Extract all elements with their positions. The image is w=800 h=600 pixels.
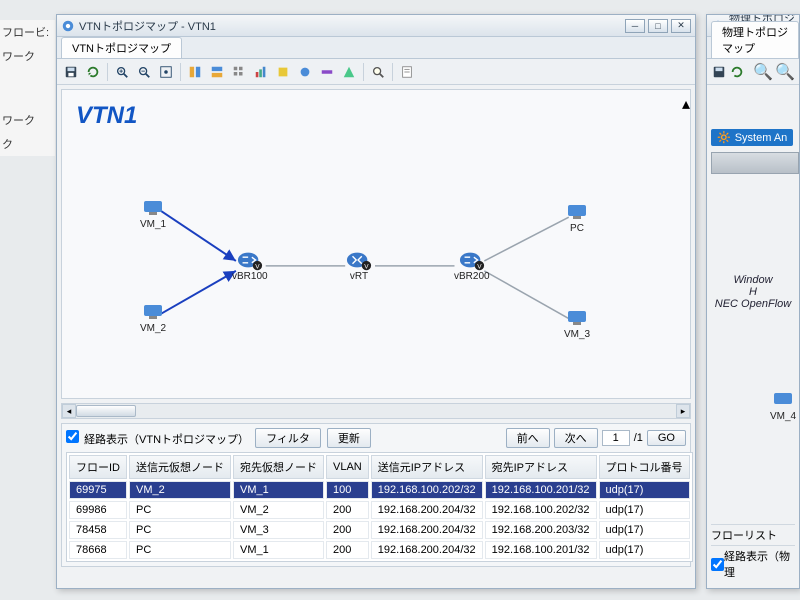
flowlist-tab[interactable]: フローリスト xyxy=(711,524,795,545)
page-total: /1 xyxy=(634,432,643,444)
tool3-icon[interactable] xyxy=(317,62,337,82)
save-icon[interactable] xyxy=(711,62,727,82)
node-vbr100[interactable]: V vBR100 xyxy=(232,250,268,282)
save-icon[interactable] xyxy=(61,62,81,82)
refresh-icon[interactable] xyxy=(83,62,103,82)
tabstrip: VTNトポロジマップ xyxy=(57,37,695,59)
node-pc[interactable]: PC xyxy=(564,202,590,234)
node-vm4[interactable]: VM_4 xyxy=(741,390,800,422)
svg-text:V: V xyxy=(255,263,260,270)
chart-icon[interactable] xyxy=(251,62,271,82)
scroll-thumb[interactable] xyxy=(76,405,136,417)
refresh-button[interactable]: 更新 xyxy=(327,428,371,448)
close-button[interactable]: ✕ xyxy=(671,19,691,33)
flow-panel: 経路表示（VTNトポロジマップ） フィルタ 更新 前へ 次へ /1 GO フロー… xyxy=(61,423,691,567)
scroll-left-icon[interactable]: ◂ xyxy=(62,404,76,418)
node-vrt[interactable]: V vRT xyxy=(346,250,372,282)
next-button[interactable]: 次へ xyxy=(554,428,598,448)
scroll-up-icon[interactable]: ▴ xyxy=(682,94,688,100)
properties-icon[interactable] xyxy=(397,62,417,82)
minimize-button[interactable]: ─ xyxy=(625,19,645,33)
table-row[interactable]: 78668PCVM_1200192.168.200.204/32192.168.… xyxy=(69,541,690,559)
node-vm1[interactable]: VM_1 xyxy=(140,198,166,230)
table-row[interactable]: 78458PCVM_3200192.168.200.204/32192.168.… xyxy=(69,521,690,539)
app-icon xyxy=(61,19,75,33)
table-row[interactable]: 69986PCVM_2200192.168.200.204/32192.168.… xyxy=(69,501,690,519)
go-button[interactable]: GO xyxy=(647,430,686,446)
zoom-fit-icon[interactable] xyxy=(156,62,176,82)
layout2-icon[interactable] xyxy=(207,62,227,82)
find-icon[interactable] xyxy=(368,62,388,82)
window-title: VTNトポロジマップ - VTN1 xyxy=(79,18,625,34)
node-vm2[interactable]: VM_2 xyxy=(140,302,166,334)
topology-links xyxy=(62,90,690,398)
route-display-checkbox[interactable]: 経路表示（VTNトポロジマップ） xyxy=(66,430,249,447)
grid-icon[interactable] xyxy=(229,62,249,82)
tool2-icon[interactable] xyxy=(295,62,315,82)
zoom-in-icon[interactable] xyxy=(112,62,132,82)
toolbar xyxy=(57,59,695,85)
titlebar[interactable]: VTNトポロジマップ - VTN1 ─ □ ✕ xyxy=(57,15,695,37)
node-vm3[interactable]: VM_3 xyxy=(564,308,590,340)
topology-canvas[interactable]: VTN1 VM_1 VM_2 V vBR100 V vRT V vB xyxy=(61,89,691,399)
physical-topology-window: 物理トポロジマッ 物理トポロジマップ 🔍 🔍 🔆System An Window… xyxy=(706,14,800,589)
zoom-in-icon[interactable]: 🔍 xyxy=(753,62,773,82)
zoom-out-icon[interactable] xyxy=(134,62,154,82)
tool1-icon[interactable] xyxy=(273,62,293,82)
node-vbr200[interactable]: V vBR200 xyxy=(454,250,490,282)
canvas-hscroll[interactable]: ◂ ▸ xyxy=(61,403,691,419)
server-icon xyxy=(711,152,799,174)
system-badge: 🔆System An xyxy=(711,129,793,146)
filter-button[interactable]: フィルタ xyxy=(255,428,321,448)
tab-vtn-topology[interactable]: VTNトポロジマップ xyxy=(61,37,182,58)
refresh-icon[interactable] xyxy=(729,62,745,82)
vtn-topology-window: VTNトポロジマップ - VTN1 ─ □ ✕ VTNトポロジマップ VTN1 xyxy=(56,14,696,589)
svg-text:V: V xyxy=(477,263,482,270)
scroll-right-icon[interactable]: ▸ xyxy=(676,404,690,418)
right-caption: Window H NEC OpenFlow xyxy=(711,274,795,310)
layout1-icon[interactable] xyxy=(185,62,205,82)
prev-button[interactable]: 前へ xyxy=(506,428,550,448)
page-input[interactable] xyxy=(602,430,630,446)
left-sidebar-fragment: フロービ: ワーク ワーク ク xyxy=(0,20,55,156)
zoom-out-icon[interactable]: 🔍 xyxy=(775,62,795,82)
svg-text:V: V xyxy=(364,263,369,270)
flow-table[interactable]: フローID送信元仮想ノード宛先仮想ノードVLAN送信元IPアドレス宛先IPアドレ… xyxy=(66,452,693,562)
tool4-icon[interactable] xyxy=(339,62,359,82)
tab-physical-topology[interactable]: 物理トポロジマップ xyxy=(711,21,799,58)
route-display-checkbox-right[interactable]: 経路表示（物理 xyxy=(711,545,795,582)
maximize-button[interactable]: □ xyxy=(648,19,668,33)
table-header-row[interactable]: フローID送信元仮想ノード宛先仮想ノードVLAN送信元IPアドレス宛先IPアドレ… xyxy=(69,455,690,479)
table-row[interactable]: 69975VM_2VM_1100192.168.100.202/32192.16… xyxy=(69,481,690,499)
